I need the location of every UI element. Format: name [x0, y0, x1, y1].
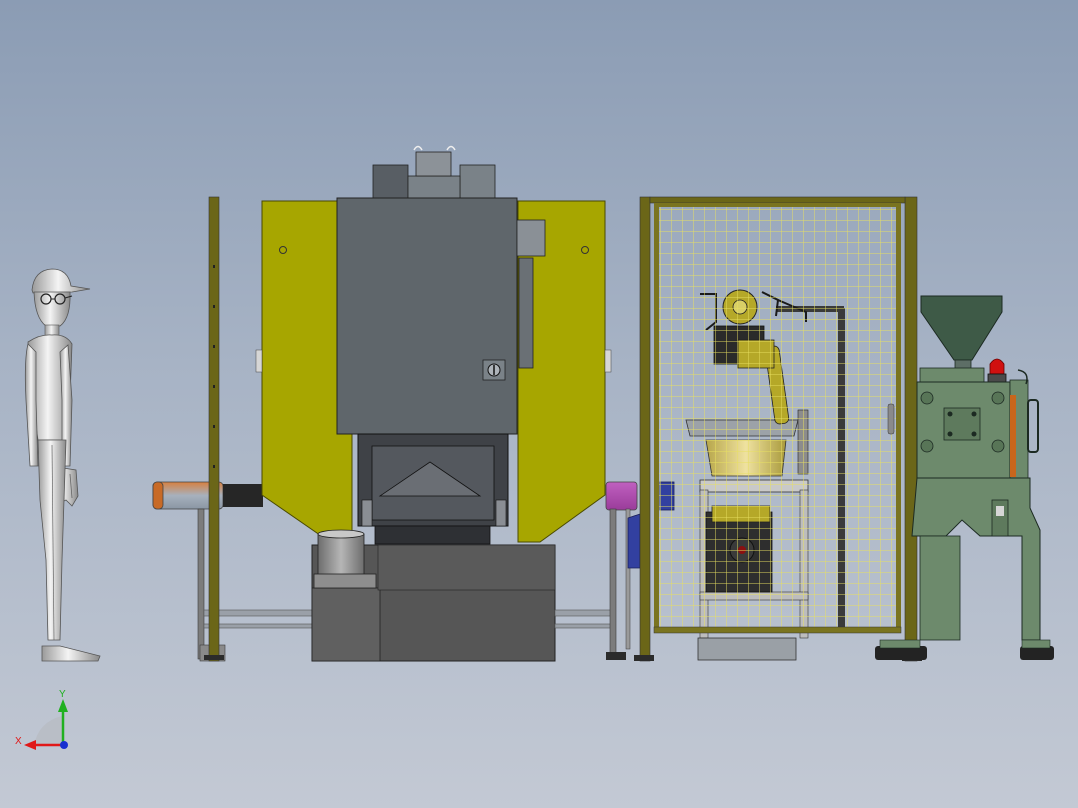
robot-cell: [634, 196, 922, 662]
cad-viewport[interactable]: X Y: [0, 0, 1078, 808]
left-guard-post: [204, 196, 224, 662]
human-scale-figure: [24, 268, 101, 662]
injection-molding-machine: [875, 295, 1054, 660]
x-axis-label: X: [15, 736, 22, 747]
y-axis-label: Y: [59, 689, 66, 700]
assembly-drawing: X Y: [15, 145, 1054, 750]
stamping-press: [255, 145, 612, 662]
z-axis-marker: [60, 741, 68, 749]
axis-triad: X Y: [15, 689, 68, 750]
safety-mesh: [658, 207, 896, 627]
